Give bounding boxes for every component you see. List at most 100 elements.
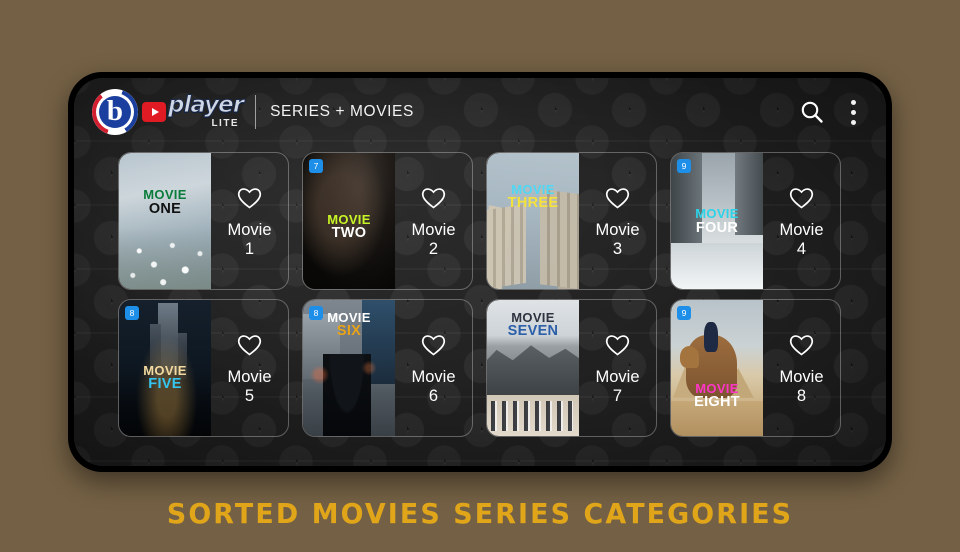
card-info: Movie 3 (579, 153, 656, 289)
heart-outline-icon[interactable] (604, 333, 631, 362)
movie-poster[interactable]: MOVIE THREE (487, 153, 579, 289)
card-info: Movie 8 (763, 300, 840, 436)
heart-outline-icon[interactable] (604, 186, 631, 215)
brand-wordmark: player (167, 92, 244, 119)
movie-card[interactable]: 7 MOVIE TWO Movie 2 (302, 152, 473, 290)
card-title-text: Movie (779, 221, 824, 240)
heart-outline-icon[interactable] (236, 186, 263, 215)
card-title-text: Movie (779, 368, 824, 387)
card-title-text: Movie (595, 368, 640, 387)
movie-poster[interactable]: 9 MOVIE FOUR (671, 153, 763, 289)
card-info: Movie 5 (211, 300, 288, 436)
poster-title: MOVIE FIVE (119, 364, 211, 392)
header-divider (255, 95, 257, 129)
episode-badge: 8 (125, 306, 139, 320)
poster-title: MOVIE TWO (303, 213, 395, 241)
poster-title: MOVIE THREE (487, 183, 579, 211)
card-info: Movie 4 (763, 153, 840, 289)
card-title: Movie 3 (595, 221, 639, 258)
heart-outline-icon[interactable] (420, 186, 447, 215)
poster-title-line2: FOUR (695, 219, 739, 236)
search-icon[interactable] (799, 99, 825, 125)
poster-title-line2: TWO (331, 225, 367, 242)
poster-title: MOVIE EIGHT (671, 380, 763, 410)
poster-title-line1: MOVIE (695, 380, 739, 396)
card-info: Movie 7 (579, 300, 656, 436)
episode-badge: 9 (677, 306, 691, 320)
movie-card[interactable]: 9 MOVIE FOUR Movie 4 (670, 152, 841, 290)
poster-title-line1: MOVIE (327, 211, 371, 227)
card-title-number: 8 (796, 386, 807, 405)
card-title-number: 7 (612, 386, 623, 405)
movie-card[interactable]: MOVIE SEVEN Movie 7 (486, 299, 657, 437)
card-title-number: 5 (244, 386, 255, 405)
poster-title-line1: MOVIE (511, 309, 555, 325)
poster-title-line2: THREE (507, 195, 559, 212)
movie-card[interactable]: 8 MOVIE SIX Movie 6 (302, 299, 473, 437)
card-title-number: 1 (244, 239, 255, 258)
episode-badge: 8 (309, 306, 323, 320)
poster-title: MOVIE FOUR (671, 207, 763, 235)
card-info: Movie 6 (395, 300, 472, 436)
poster-artwork (671, 300, 763, 436)
heart-outline-icon[interactable] (788, 333, 815, 362)
card-info: Movie 2 (395, 153, 472, 289)
b-logo-icon: b (92, 89, 138, 135)
b-logo-letter: b (106, 94, 124, 127)
poster-artwork (487, 153, 579, 289)
movie-poster[interactable]: MOVIE ONE (119, 153, 211, 289)
movie-card[interactable]: MOVIE THREE Movie 3 (486, 152, 657, 290)
heart-outline-icon[interactable] (420, 333, 447, 362)
card-title-text: Movie (411, 368, 456, 387)
card-title-number: 3 (612, 239, 623, 258)
card-title: Movie 2 (411, 221, 455, 258)
kebab-menu-icon[interactable] (847, 98, 860, 127)
poster-artwork (119, 153, 211, 289)
episode-badge: 7 (309, 159, 323, 173)
heart-outline-icon[interactable] (788, 186, 815, 215)
card-title-number: 2 (428, 239, 439, 258)
card-title: Movie 5 (227, 368, 271, 405)
card-title-number: 4 (796, 239, 807, 258)
poster-title-line2: FIVE (148, 376, 182, 393)
app-screen: b player LITE SERIES + MOVIES MOVIE ONE … (74, 78, 886, 466)
card-title: Movie 6 (411, 368, 455, 405)
card-title-text: Movie (411, 221, 456, 240)
episode-badge: 9 (677, 159, 691, 173)
movie-poster[interactable]: MOVIE SEVEN (487, 300, 579, 436)
movie-card[interactable]: 8 MOVIE FIVE Movie 5 (118, 299, 289, 437)
play-icon (142, 102, 166, 122)
page-caption: SORTED MOVIES SERIES CATEGORIES (166, 497, 794, 530)
poster-title-line1: MOVIE (143, 187, 187, 203)
brand-edition-label: LITE (211, 117, 240, 129)
card-title: Movie 7 (595, 368, 639, 405)
movie-card-grid: MOVIE ONE Movie 1 7 MOVIE TWO Movie 2 MO… (118, 152, 858, 437)
movie-card[interactable]: MOVIE ONE Movie 1 (118, 152, 289, 290)
card-title-number: 6 (428, 386, 439, 405)
movie-poster[interactable]: 9 MOVIE EIGHT (671, 300, 763, 436)
poster-title-line2: SIX (336, 323, 362, 340)
app-header: b player LITE SERIES + MOVIES (74, 78, 886, 146)
poster-title-line2: EIGHT (694, 393, 740, 410)
movie-poster[interactable]: 8 MOVIE FIVE (119, 300, 211, 436)
poster-title-line2: ONE (148, 200, 182, 217)
header-actions (799, 98, 860, 127)
poster-title-line1: MOVIE (695, 206, 739, 222)
card-title: Movie 1 (227, 221, 271, 258)
poster-title-line1: MOVIE (143, 362, 187, 378)
movie-poster[interactable]: 7 MOVIE TWO (303, 153, 395, 289)
poster-title-line1: MOVIE (511, 181, 555, 197)
brand-logo[interactable]: b player LITE (92, 89, 245, 135)
device-frame: b player LITE SERIES + MOVIES MOVIE ONE … (68, 72, 892, 472)
card-title-text: Movie (595, 221, 640, 240)
card-title-text: Movie (227, 368, 272, 387)
card-title-text: Movie (227, 221, 272, 240)
page-title: SERIES + MOVIES (270, 103, 414, 120)
heart-outline-icon[interactable] (236, 333, 263, 362)
movie-poster[interactable]: 8 MOVIE SIX (303, 300, 395, 436)
poster-title-line2: SEVEN (507, 323, 559, 340)
card-title: Movie 4 (779, 221, 823, 258)
movie-card[interactable]: 9 MOVIE EIGHT Movie 8 (670, 299, 841, 437)
poster-title: MOVIE SEVEN (487, 311, 579, 339)
card-info: Movie 1 (211, 153, 288, 289)
